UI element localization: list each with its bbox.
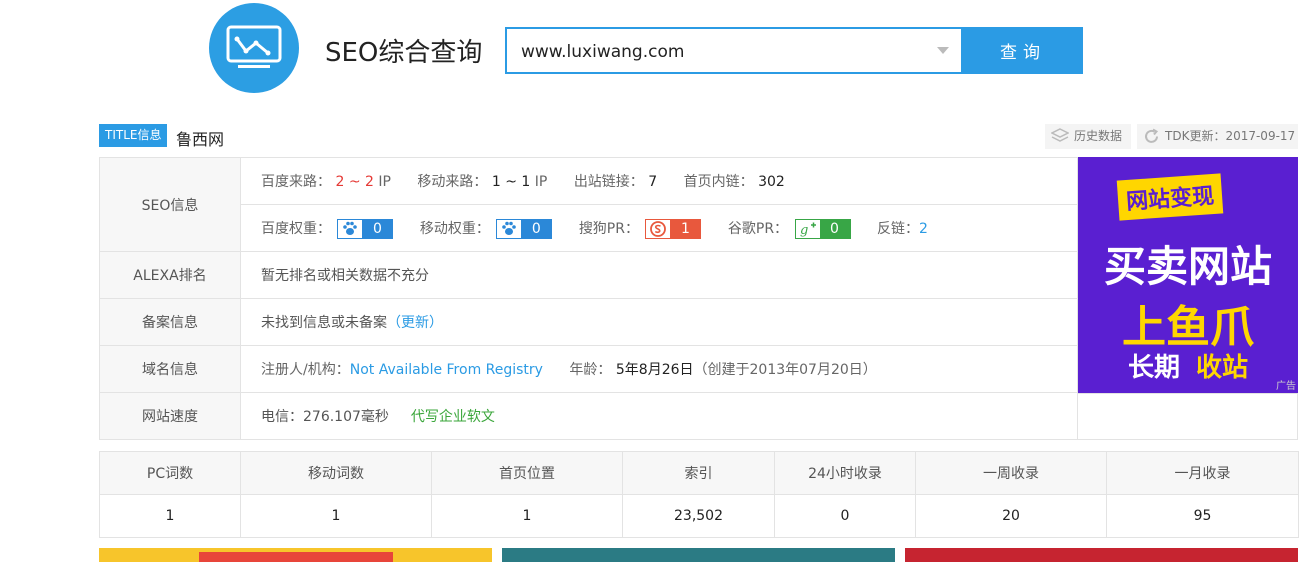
- speed-label: 网站速度: [99, 392, 241, 440]
- stats-header: 一月收录: [1106, 451, 1299, 495]
- stats-value[interactable]: 23,502: [622, 494, 775, 538]
- sogou-pr-badge[interactable]: 1: [645, 218, 702, 239]
- stats-header-row: PC词数 移动词数 首页位置 索引 24小时收录 一周收录 一月收录: [99, 451, 1299, 495]
- beian-label: 备案信息: [99, 298, 241, 346]
- stats-value[interactable]: 1: [240, 494, 432, 538]
- created-date: （创建于2013年07月20日）: [693, 362, 877, 378]
- age-value: 5年8月26日: [615, 362, 694, 378]
- stats-value[interactable]: 0: [774, 494, 916, 538]
- stats-table: PC词数 移动词数 首页位置 索引 24小时收录 一周收录 一月收录 1 1 1…: [99, 451, 1299, 538]
- stack-icon: [1051, 128, 1069, 142]
- seo-label: SEO信息: [99, 157, 241, 252]
- speed-row-extension: [1078, 393, 1298, 440]
- registrant-label: 注册人/机构：: [261, 362, 350, 378]
- baidu-weight-badge[interactable]: 0: [337, 218, 394, 239]
- bottom-banner-block: [199, 552, 393, 562]
- google-plus-icon: g: [796, 220, 820, 238]
- ad-line3a: 长期: [1127, 353, 1180, 383]
- speed-row: 电信：276.107毫秒 代写企业软文: [240, 392, 1078, 440]
- beian-value: 未找到信息或未备案: [261, 315, 387, 331]
- seo-info-table: SEO信息 百度来路： 2 ~ 2 IP 移动来路： 1 ~ 1 IP 出站链接…: [99, 157, 1078, 440]
- mobile-weight-label: 移动权重：: [419, 220, 490, 237]
- mobile-traffic-value: 1 ~ 1: [491, 174, 531, 190]
- bottom-banner[interactable]: [99, 548, 492, 562]
- site-title: SEO综合查询: [325, 38, 483, 68]
- seo-weight-row: 百度权重： 0 移动权重： 0 搜狗PR： 1 谷歌PR： g 0 反链：2: [240, 204, 1078, 252]
- logo: [209, 3, 299, 93]
- ad-label: 广告: [1276, 381, 1296, 392]
- stats-header: 移动词数: [240, 451, 432, 495]
- svg-text:g: g: [800, 223, 808, 237]
- sogou-pr-value: 1: [670, 219, 701, 238]
- stats-value[interactable]: 1: [431, 494, 623, 538]
- sogou-pr-label: 搜狗PR：: [578, 220, 639, 237]
- age-label: 年龄：: [569, 362, 612, 378]
- alexa-label: ALEXA排名: [99, 251, 241, 299]
- beian-update-link[interactable]: （更新）: [387, 315, 443, 331]
- stats-value[interactable]: 20: [915, 494, 1107, 538]
- tdk-label: TDK更新：2017-09-17: [1165, 129, 1296, 143]
- baidu-traffic-label: 百度来路：: [261, 174, 331, 190]
- speed-value: 电信：276.107毫秒: [261, 409, 389, 425]
- mobile-traffic-label: 移动来路：: [417, 174, 488, 190]
- bottom-banner[interactable]: [905, 548, 1298, 562]
- ad-line3b: 收站: [1196, 353, 1249, 383]
- seo-traffic-row: 百度来路： 2 ~ 2 IP 移动来路： 1 ~ 1 IP 出站链接： 7 首页…: [240, 157, 1078, 205]
- registrant-link[interactable]: Not Available From Registry: [350, 362, 543, 378]
- mobile-weight-value: 0: [521, 219, 552, 238]
- sogou-icon: [646, 220, 670, 238]
- ad-banner[interactable]: 网站变现 买卖网站 上鱼爪 长期 收站 广告: [1078, 157, 1298, 393]
- paw-icon: [338, 219, 363, 238]
- query-button[interactable]: 查询: [963, 27, 1083, 74]
- domain-label: 域名信息: [99, 345, 241, 393]
- bottom-banner[interactable]: [502, 548, 895, 562]
- outbound-value[interactable]: 7: [648, 174, 657, 190]
- inner-links-label: 首页内链：: [683, 174, 754, 190]
- stats-value[interactable]: 1: [99, 494, 241, 538]
- mobile-traffic-unit: IP: [534, 174, 548, 190]
- ad-line3: 长期 收站: [1078, 347, 1298, 384]
- google-pr-label: 谷歌PR：: [727, 220, 789, 237]
- beian-row: 未找到信息或未备案（更新）: [240, 298, 1078, 346]
- ad-line2: 上鱼爪: [1122, 302, 1254, 353]
- monitor-chart-icon: [226, 25, 282, 68]
- search-input[interactable]: [519, 29, 933, 74]
- history-data-button[interactable]: 历史数据: [1045, 124, 1131, 149]
- tdk-update-button[interactable]: TDK更新：2017-09-17: [1137, 124, 1298, 149]
- paw-icon: [497, 219, 522, 238]
- domain-row: 注册人/机构：Not Available From Registry 年龄： 5…: [240, 345, 1078, 393]
- mobile-weight-badge[interactable]: 0: [496, 218, 553, 239]
- stats-header: PC词数: [99, 451, 241, 495]
- baidu-weight-label: 百度权重：: [261, 220, 331, 237]
- baidu-weight-value: 0: [362, 219, 393, 238]
- stats-value-row: 1 1 1 23,502 0 20 95: [99, 494, 1299, 538]
- stats-header: 首页位置: [431, 451, 623, 495]
- backlinks-label: 反链：: [876, 220, 919, 237]
- title-badge: TITLE信息: [99, 124, 168, 147]
- stats-header: 24小时收录: [774, 451, 916, 495]
- outbound-label: 出站链接：: [573, 174, 644, 190]
- site-name: 鲁西网: [176, 130, 225, 149]
- softarticle-link[interactable]: 代写企业软文: [411, 409, 495, 425]
- chevron-down-icon[interactable]: [937, 47, 949, 54]
- baidu-traffic-high: 2: [365, 174, 374, 190]
- google-pr-value: 0: [819, 219, 850, 238]
- baidu-traffic-unit: IP: [378, 174, 391, 190]
- history-label: 历史数据: [1074, 129, 1123, 143]
- ad-tag: 网站变现: [1116, 173, 1224, 221]
- stats-header: 一周收录: [915, 451, 1107, 495]
- inner-links-value[interactable]: 302: [758, 174, 785, 190]
- stats-header: 索引: [622, 451, 775, 495]
- backlinks-value[interactable]: 2: [919, 221, 928, 237]
- ad-line1: 买卖网站: [1103, 242, 1272, 291]
- alexa-value: 暂无排名或相关数据不充分: [240, 251, 1078, 299]
- refresh-icon: [1145, 128, 1159, 143]
- baidu-traffic-low: 2: [335, 174, 345, 190]
- stats-value[interactable]: 95: [1106, 494, 1299, 538]
- google-pr-badge[interactable]: g 0: [794, 218, 851, 239]
- baidu-traffic-sep: ~: [348, 174, 361, 190]
- search-box[interactable]: [505, 27, 963, 74]
